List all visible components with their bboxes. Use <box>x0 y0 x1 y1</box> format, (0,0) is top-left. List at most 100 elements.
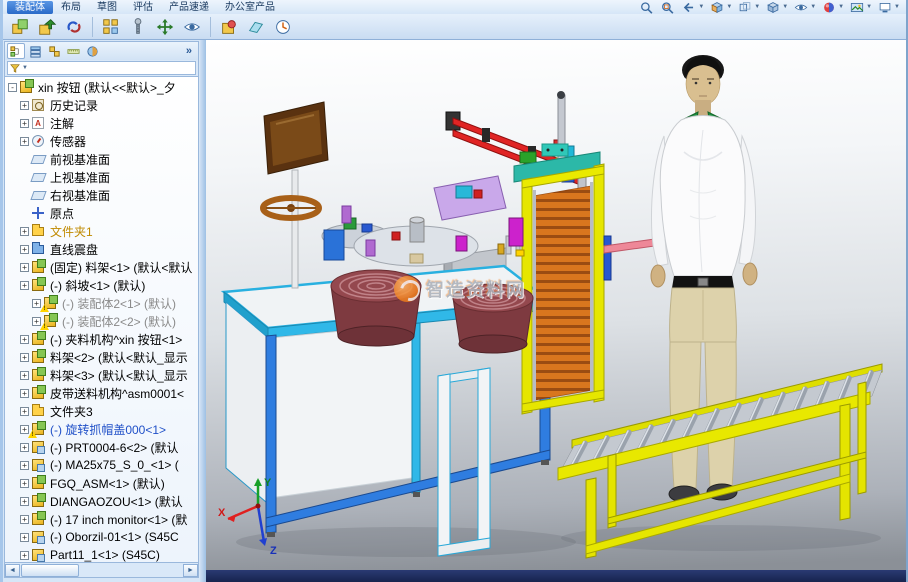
display-manager-tab[interactable] <box>83 43 101 59</box>
expand-icon[interactable]: + <box>20 497 29 506</box>
tree-item[interactable]: +传感器 <box>5 132 198 150</box>
expand-icon[interactable]: + <box>20 119 29 128</box>
expand-icon[interactable]: + <box>32 299 41 308</box>
panel-collapse-chevron[interactable]: » <box>182 45 196 57</box>
command-tab[interactable]: 草图 <box>89 1 125 14</box>
assembly-features-icon[interactable] <box>217 15 241 38</box>
dimxpert-tab[interactable] <box>64 43 82 59</box>
section-view-icon[interactable]: ▼ <box>707 0 734 14</box>
feature-manager-tab[interactable] <box>7 43 25 59</box>
tree-item[interactable]: +(固定) 料架<1> (默认<默认 <box>5 258 198 276</box>
tree-item[interactable]: +DIANGAOZOU<1> (默认 <box>5 492 198 510</box>
expand-icon[interactable]: + <box>20 335 29 344</box>
tree-item[interactable]: +(-) Oborzil-01<1> (S45C <box>5 528 198 546</box>
command-tab[interactable]: 产品速递 <box>161 1 217 14</box>
tree-item[interactable]: +直线震盘 <box>5 240 198 258</box>
configuration-manager-tab[interactable] <box>45 43 63 59</box>
new-motion-study-icon[interactable] <box>271 15 295 38</box>
expand-icon[interactable]: + <box>20 281 29 290</box>
dropdown-caret-icon[interactable]: ▼ <box>754 4 760 10</box>
view-orientation-icon[interactable]: ▼ <box>735 0 762 14</box>
dropdown-caret-icon[interactable]: ▼ <box>782 4 788 10</box>
tree-filter-box[interactable]: ▼ <box>7 61 196 75</box>
tree-item[interactable]: +历史记录 <box>5 96 198 114</box>
tree-item[interactable]: +(-) 斜坡<1> (默认) <box>5 276 198 294</box>
tree-item[interactable]: +皮带送料机构^asm0001< <box>5 384 198 402</box>
tree-item[interactable]: +(-) 17 inch monitor<1> (默 <box>5 510 198 528</box>
expand-icon[interactable]: + <box>20 407 29 416</box>
show-hidden-components-icon[interactable] <box>180 15 204 38</box>
expand-icon[interactable]: + <box>20 137 29 146</box>
tree-filter-input[interactable] <box>30 63 193 74</box>
tree-item[interactable]: +料架<3> (默认<默认_显示 <box>5 366 198 384</box>
tree-item[interactable]: +(-) 夹料机构^xin 按钮<1> <box>5 330 198 348</box>
expand-icon[interactable]: + <box>20 353 29 362</box>
expand-icon[interactable]: + <box>20 443 29 452</box>
collapse-icon[interactable]: - <box>8 83 17 92</box>
expand-icon[interactable]: + <box>20 389 29 398</box>
support-frame[interactable] <box>438 368 490 556</box>
zoom-to-area-icon[interactable] <box>658 0 678 14</box>
tree-item[interactable]: +注解 <box>5 114 198 132</box>
move-component-icon[interactable] <box>153 15 177 38</box>
tree-item[interactable]: 原点 <box>5 204 198 222</box>
expand-icon[interactable]: + <box>32 317 41 326</box>
command-tab[interactable]: 布局 <box>53 1 89 14</box>
smart-fasteners-icon[interactable] <box>126 15 150 38</box>
tree-item[interactable]: 上视基准面 <box>5 168 198 186</box>
control-monitor[interactable] <box>264 102 328 288</box>
scrollbar-thumb[interactable] <box>21 564 79 577</box>
magazine-rack[interactable] <box>509 91 678 414</box>
tree-item[interactable]: +料架<2> (默认<默认_显示 <box>5 348 198 366</box>
dropdown-caret-icon[interactable]: ▼ <box>810 4 816 10</box>
expand-icon[interactable]: + <box>20 263 29 272</box>
tree-item[interactable]: +FGQ_ASM<1> (默认) <box>5 474 198 492</box>
previous-view-icon[interactable]: ▼ <box>679 0 706 14</box>
panel-horizontal-scrollbar[interactable]: ◄ ► <box>4 563 199 578</box>
expand-icon[interactable]: + <box>20 245 29 254</box>
command-tab[interactable]: 评估 <box>125 1 161 14</box>
property-manager-tab[interactable] <box>26 43 44 59</box>
steering-wheel[interactable] <box>263 198 319 218</box>
expand-icon[interactable]: + <box>20 101 29 110</box>
vibration-bowl-2[interactable] <box>453 284 533 353</box>
expand-icon[interactable]: + <box>20 227 29 236</box>
command-tab[interactable]: 装配体 <box>7 1 53 14</box>
dropdown-caret-icon[interactable]: ▼ <box>838 4 844 10</box>
tree-item[interactable]: -xin 按钮 (默认<<默认>_夕 <box>5 78 198 96</box>
expand-icon[interactable]: + <box>20 515 29 524</box>
linear-component-pattern-icon[interactable] <box>99 15 123 38</box>
expand-icon[interactable]: + <box>20 425 29 434</box>
dropdown-caret-icon[interactable]: ▼ <box>894 4 900 10</box>
tree-item[interactable]: +(-) PRT0004-6<2> (默认 <box>5 438 198 456</box>
expand-icon[interactable]: + <box>20 551 29 560</box>
insert-component-icon[interactable] <box>35 15 59 38</box>
expand-icon[interactable]: + <box>20 371 29 380</box>
expand-icon[interactable]: + <box>20 479 29 488</box>
tree-item[interactable]: +Part11_1<1> (S45C) <box>5 546 198 563</box>
mate-icon[interactable] <box>62 15 86 38</box>
tree-item[interactable]: +(-) 装配体2<2> (默认) <box>5 312 198 330</box>
expand-icon[interactable]: + <box>20 461 29 470</box>
command-tab[interactable]: 办公室产品 <box>217 1 283 14</box>
dropdown-caret-icon[interactable]: ▼ <box>698 4 704 10</box>
scroll-left-arrow-icon[interactable]: ◄ <box>5 564 20 577</box>
vibration-bowl-1[interactable] <box>331 270 421 346</box>
view-settings-icon[interactable]: ▼ <box>875 0 902 14</box>
tree-item[interactable]: 前视基准面 <box>5 150 198 168</box>
graphics-viewport[interactable]: 智造资料网 X Y Z <box>206 40 906 582</box>
tree-item[interactable]: +(-) 旋转抓帽盖000<1> <box>5 420 198 438</box>
tree-item[interactable]: +文件夹1 <box>5 222 198 240</box>
filter-caret-icon[interactable]: ▼ <box>22 65 28 71</box>
scrollbar-track[interactable] <box>20 564 183 577</box>
tree-item[interactable]: +(-) 装配体2<1> (默认) <box>5 294 198 312</box>
edit-appearance-icon[interactable]: ▼ <box>819 0 846 14</box>
blue-box[interactable] <box>324 230 344 260</box>
expand-icon[interactable]: + <box>20 533 29 542</box>
scroll-right-arrow-icon[interactable]: ► <box>183 564 198 577</box>
tree-item[interactable]: +(-) MA25x75_S_0_<1> ( <box>5 456 198 474</box>
hide-show-items-icon[interactable]: ▼ <box>791 0 818 14</box>
display-style-icon[interactable]: ▼ <box>763 0 790 14</box>
edit-component-icon[interactable] <box>8 15 32 38</box>
tree-item[interactable]: 右视基准面 <box>5 186 198 204</box>
